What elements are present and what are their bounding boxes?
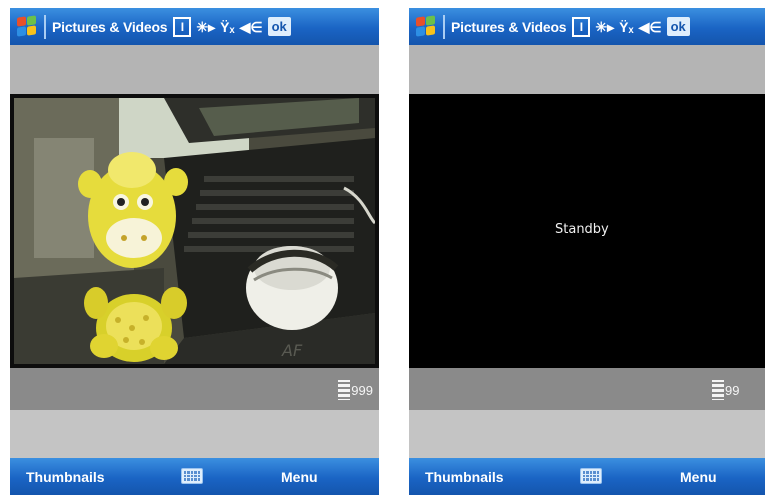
remaining-counter: 99 <box>712 380 739 400</box>
softkey-bar: Thumbnails Menu <box>409 458 765 495</box>
device-screen-right: Pictures & Videos I ✳▸ Ÿₓ ◀∈ ok Standby … <box>409 0 765 495</box>
app-title: Pictures & Videos <box>52 18 168 35</box>
status-icons: I ✳▸ Ÿₓ ◀∈ ok <box>173 16 291 37</box>
connectivity-icon[interactable]: ✳▸ <box>595 20 614 34</box>
volume-icon[interactable]: ◀∈ <box>240 20 263 34</box>
start-menu-icon[interactable] <box>415 14 437 38</box>
device-screen-left: Pictures & Videos I ✳▸ Ÿₓ ◀∈ ok AF 999 T… <box>10 0 379 495</box>
photo-viewer[interactable]: AF <box>10 94 379 368</box>
input-panel-icon[interactable]: I <box>572 16 591 37</box>
counter-bar: 999 <box>10 368 379 410</box>
title-separator <box>443 14 445 39</box>
top-gray-band <box>409 45 765 94</box>
connectivity-icon[interactable]: ✳▸ <box>196 20 215 34</box>
film-counter-icon <box>712 380 724 400</box>
counter-bar: 99 <box>409 368 765 410</box>
status-icons: I ✳▸ Ÿₓ ◀∈ ok <box>572 16 690 37</box>
start-menu-icon[interactable] <box>16 14 38 38</box>
app-title: Pictures & Videos <box>451 18 567 35</box>
keyboard-icon[interactable] <box>181 468 203 484</box>
remaining-counter: 999 <box>338 380 373 400</box>
menu-softkey[interactable]: Menu <box>281 469 318 485</box>
counter-value: 99 <box>725 382 740 398</box>
input-panel-icon[interactable]: I <box>173 16 192 37</box>
standby-status: Standby <box>555 222 609 237</box>
signal-icon[interactable]: Ÿₓ <box>619 20 633 34</box>
preview-photo: AF <box>14 98 375 364</box>
camera-viewer[interactable]: Standby <box>409 94 765 368</box>
svg-text:AF: AF <box>281 341 303 360</box>
softkey-bar: Thumbnails Menu <box>10 458 379 495</box>
title-separator <box>44 14 46 39</box>
signal-icon[interactable]: Ÿₓ <box>220 20 234 34</box>
ok-button[interactable]: ok <box>267 17 291 36</box>
menu-softkey[interactable]: Menu <box>680 469 717 485</box>
volume-icon[interactable]: ◀∈ <box>639 20 662 34</box>
thumbnails-softkey[interactable]: Thumbnails <box>26 469 105 485</box>
bottom-gray-band <box>409 410 765 458</box>
counter-value: 999 <box>351 382 373 398</box>
bottom-gray-band <box>10 410 379 458</box>
ok-button[interactable]: ok <box>666 17 690 36</box>
title-bar: Pictures & Videos I ✳▸ Ÿₓ ◀∈ ok <box>409 8 765 45</box>
top-gray-band <box>10 45 379 94</box>
title-bar: Pictures & Videos I ✳▸ Ÿₓ ◀∈ ok <box>10 8 379 45</box>
film-counter-icon <box>338 380 351 400</box>
keyboard-icon[interactable] <box>580 468 602 484</box>
thumbnails-softkey[interactable]: Thumbnails <box>425 469 504 485</box>
